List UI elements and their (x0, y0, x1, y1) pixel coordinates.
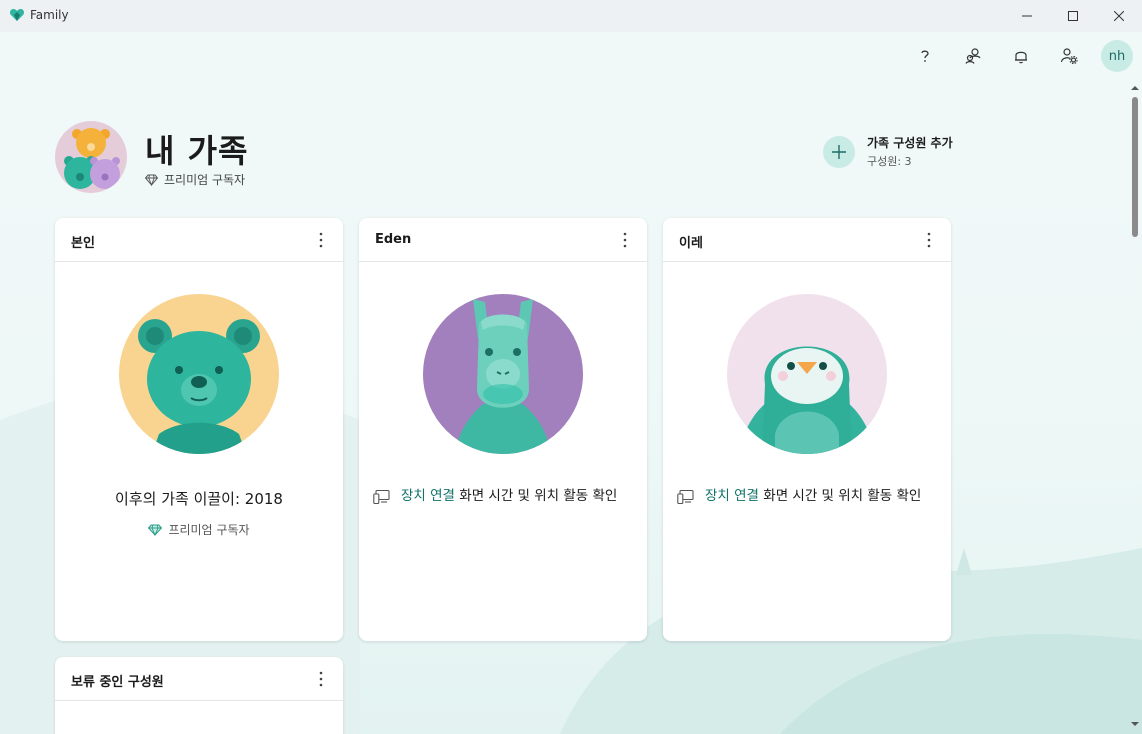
more-icon (927, 232, 931, 248)
more-icon (623, 232, 627, 248)
minimize-icon (1022, 15, 1032, 17)
close-button[interactable] (1096, 0, 1142, 32)
connect-device-link[interactable]: 장치 연결 (705, 488, 759, 504)
subscription-label: 프리미엄 구독자 (168, 523, 250, 537)
connect-text: 장치 연결 화면 시간 및 위치 활동 확인 (705, 486, 921, 506)
member-name: 이후의 가족 이끌이: 2018 (115, 490, 283, 508)
connect-device-row: 장치 연결 화면 시간 및 위치 활동 확인 (677, 486, 939, 506)
more-options-button[interactable] (917, 228, 941, 252)
member-card-eden[interactable]: Eden 장치 연결 화면 시간 및 위치 활동 확인 (359, 218, 647, 641)
llama-portrait (423, 294, 583, 454)
switch-account-icon (965, 48, 981, 64)
subscription-label: 프리미엄 구독자 (164, 173, 246, 187)
close-icon (1114, 11, 1124, 21)
page-title: 내 가족 (145, 132, 249, 170)
scroll-up-arrow-icon (1131, 86, 1139, 90)
connect-description: 화면 시간 및 위치 활동 확인 (454, 488, 618, 504)
card-header: 이레 (663, 218, 951, 262)
card-title: 보류 중인 구성원 (71, 675, 164, 690)
member-card-me[interactable]: 본인 이후의 가족 이끌이: 2018 프리미엄 구독자 (55, 218, 343, 641)
card-header: 보류 중인 구성원 (55, 657, 343, 701)
help-icon (921, 50, 929, 62)
connect-device-link[interactable]: 장치 연결 (401, 488, 455, 504)
help-button[interactable] (909, 40, 941, 72)
heart-logo-icon (9, 9, 25, 21)
more-icon (319, 232, 323, 248)
diamond-icon (148, 524, 163, 536)
add-member-circle (823, 135, 855, 168)
scroll-down-arrow-icon (1131, 722, 1139, 726)
card-title: 이레 (679, 236, 703, 251)
bear-portrait (119, 294, 279, 454)
family-settings-icon (1060, 48, 1078, 65)
member-subscription: 프리미엄 구독자 (55, 521, 343, 538)
plus-icon (832, 144, 846, 159)
card-title: 본인 (71, 236, 95, 251)
switch-account-button[interactable] (957, 40, 989, 72)
connect-text: 장치 연결 화면 시간 및 위치 활동 확인 (401, 486, 617, 506)
more-options-button[interactable] (613, 228, 637, 252)
add-member-label: 가족 구성원 추가 (867, 136, 953, 150)
family-avatar (55, 121, 127, 193)
card-title: Eden (375, 232, 412, 247)
add-family-member-button[interactable]: 가족 구성원 추가 구성원: 3 (823, 134, 953, 169)
device-icon (373, 489, 390, 505)
diamond-icon (145, 174, 158, 186)
family-settings-button[interactable] (1053, 40, 1085, 72)
penguin-illustration (738, 346, 876, 454)
more-options-button[interactable] (309, 228, 333, 252)
more-icon (319, 671, 323, 687)
card-header: 본인 (55, 218, 343, 262)
notifications-button[interactable] (1005, 40, 1037, 72)
card-header: Eden (359, 218, 647, 262)
penguin-portrait (727, 294, 887, 454)
member-card-ire[interactable]: 이레 장치 연결 화면 시간 및 위치 활동 확인 (663, 218, 951, 641)
more-options-button[interactable] (309, 667, 333, 691)
maximize-button[interactable] (1050, 0, 1096, 32)
account-avatar[interactable]: nh (1101, 40, 1133, 72)
bear-illustration (138, 319, 260, 454)
scrollbar-thumb[interactable] (1132, 97, 1138, 237)
bear-family-illustration (64, 128, 120, 189)
member-count: 구성원: 3 (867, 155, 912, 168)
family-app-window: Family nh 내 가족 프리미엄 구독자 가족 구성원 추가 구성원: 3… (0, 0, 1142, 734)
bell-icon (1015, 51, 1027, 64)
app-title: Family (30, 8, 69, 22)
header-subscription: 프리미엄 구독자 (145, 171, 245, 188)
title-bar: Family (0, 0, 1142, 32)
device-icon (677, 489, 694, 505)
pending-members-card[interactable]: 보류 중인 구성원 (55, 657, 343, 734)
maximize-icon (1068, 11, 1078, 21)
minimize-button[interactable] (1004, 0, 1050, 32)
add-member-text: 가족 구성원 추가 구성원: 3 (867, 134, 953, 169)
scrollbar[interactable] (1128, 80, 1142, 734)
llama-illustration (454, 299, 552, 454)
connect-device-row: 장치 연결 화면 시간 및 위치 활동 확인 (373, 486, 635, 506)
connect-description: 화면 시간 및 위치 활동 확인 (758, 488, 922, 504)
